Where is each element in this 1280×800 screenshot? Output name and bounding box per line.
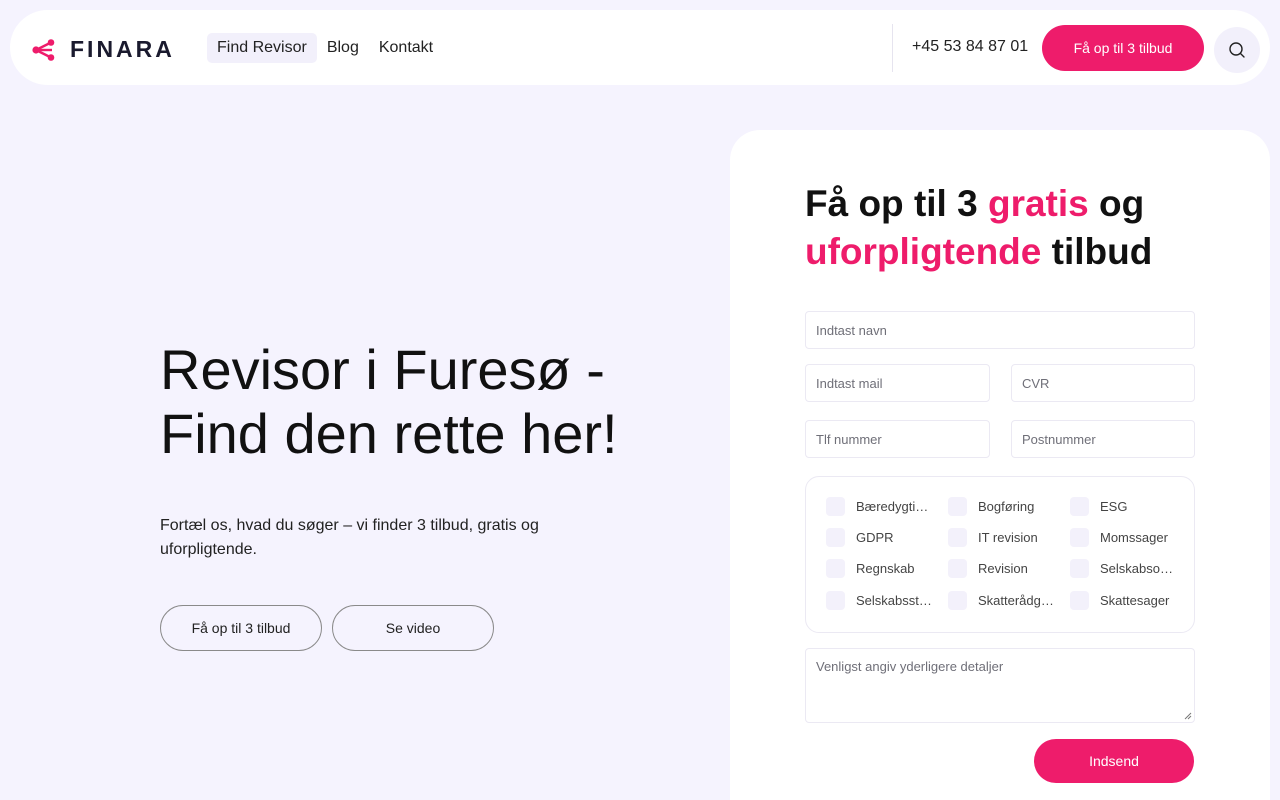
logo-text: FINARA <box>70 36 175 62</box>
details-textarea[interactable]: Venligst angiv yderligere detaljer <box>805 648 1195 723</box>
checkbox-label: Bæredygtighed <box>856 499 934 514</box>
checkbox-box[interactable] <box>826 528 845 547</box>
checkbox-label: Selskabsomdannelse <box>1100 561 1178 576</box>
checkbox-box[interactable] <box>948 559 967 578</box>
form-title-highlight1: gratis <box>987 183 1089 224</box>
share-logo-icon <box>32 38 55 61</box>
checkbox-box[interactable] <box>1070 528 1089 547</box>
form-title-highlight2: uforpligtende <box>805 231 1042 272</box>
email-input[interactable]: Indtast mail <box>805 364 990 402</box>
checkbox-label: Revision <box>978 561 1028 576</box>
checkbox-label: Momssager <box>1100 530 1168 545</box>
checkbox-momssager[interactable]: Momssager <box>1070 528 1180 547</box>
phone-input[interactable]: Tlf nummer <box>805 420 990 458</box>
checkbox-label: Selskabsstiftelse <box>856 593 934 608</box>
search-button[interactable] <box>1214 27 1260 73</box>
checkbox-label: IT revision <box>978 530 1038 545</box>
header-divider <box>892 24 893 72</box>
form-title: Få op til 3 gratis og uforpligtende tilbu… <box>805 180 1205 276</box>
logo[interactable]: FINARA <box>32 36 175 63</box>
checkbox-box[interactable] <box>948 497 967 516</box>
checkbox-box[interactable] <box>1070 591 1089 610</box>
hero-cta-button[interactable]: Få op til 3 tilbud <box>160 605 322 651</box>
submit-button[interactable]: Indsend <box>1034 739 1194 783</box>
name-input[interactable]: Indtast navn <box>805 311 1195 349</box>
form-title-part2: og <box>1088 183 1145 224</box>
checkbox-box[interactable] <box>826 591 845 610</box>
checkbox-esg[interactable]: ESG <box>1070 497 1180 516</box>
checkbox-box[interactable] <box>826 497 845 516</box>
checkbox-box[interactable] <box>826 559 845 578</box>
hero-title: Revisor i Furesø - Find den rette her! <box>160 338 680 466</box>
checkbox-label: Skattesager <box>1100 593 1170 608</box>
nav-find-revisor[interactable]: Find Revisor <box>207 33 317 63</box>
hero-subtitle: Fortæl os, hvad du søger – vi finder 3 t… <box>160 517 539 558</box>
site-header: FINARA Find Revisor Blog Kontakt +45 53 … <box>10 10 1270 85</box>
checkbox-box[interactable] <box>1070 559 1089 578</box>
checkbox-selskabsstiftelse[interactable]: Selskabsstiftelse <box>826 591 936 610</box>
checkbox-label: Regnskab <box>856 561 915 576</box>
header-cta-button[interactable]: Få op til 3 tilbud <box>1042 25 1204 71</box>
checkbox-label: ESG <box>1100 499 1128 514</box>
nav-kontakt[interactable]: Kontakt <box>369 33 443 63</box>
checkbox-box[interactable] <box>1070 497 1089 516</box>
checkbox-skattesager[interactable]: Skattesager <box>1070 591 1180 610</box>
nav-blog[interactable]: Blog <box>317 33 369 63</box>
checkbox-label: GDPR <box>856 530 894 545</box>
search-icon <box>1229 42 1245 58</box>
checkbox-skatteraadgivning[interactable]: Skatterådgivning <box>948 591 1058 610</box>
phone-link[interactable]: +45 53 84 87 01 <box>912 38 1028 56</box>
resize-handle-icon[interactable] <box>1184 712 1192 720</box>
checkbox-gdpr[interactable]: GDPR <box>826 528 936 547</box>
checkbox-regnskab[interactable]: Regnskab <box>826 559 936 578</box>
form-title-part3: tilbud <box>1041 231 1153 272</box>
checkbox-box[interactable] <box>948 591 967 610</box>
checkbox-it-revision[interactable]: IT revision <box>948 528 1058 547</box>
form-title-part1: Få op til 3 <box>805 183 988 224</box>
hero-video-button[interactable]: Se video <box>332 605 494 651</box>
checkbox-label: Skatterådgivning <box>978 593 1056 608</box>
zip-input[interactable]: Postnummer <box>1011 420 1195 458</box>
checkbox-revision[interactable]: Revision <box>948 559 1058 578</box>
checkbox-bogfoering[interactable]: Bogføring <box>948 497 1058 516</box>
hero-title-line1: Revisor i Furesø - <box>160 338 605 401</box>
checkbox-label: Bogføring <box>978 499 1035 514</box>
details-placeholder: Venligst angiv yderligere detaljer <box>816 659 1004 674</box>
cvr-input[interactable]: CVR <box>1011 364 1195 402</box>
checkbox-box[interactable] <box>948 528 967 547</box>
checkbox-baeredygtighed[interactable]: Bæredygtighed <box>826 497 936 516</box>
hero-title-line2: Find den rette her! <box>160 402 618 465</box>
checkbox-selskabsomdannelse[interactable]: Selskabsomdannelse <box>1070 559 1180 578</box>
main-nav: Find Revisor Blog Kontakt <box>207 33 443 63</box>
